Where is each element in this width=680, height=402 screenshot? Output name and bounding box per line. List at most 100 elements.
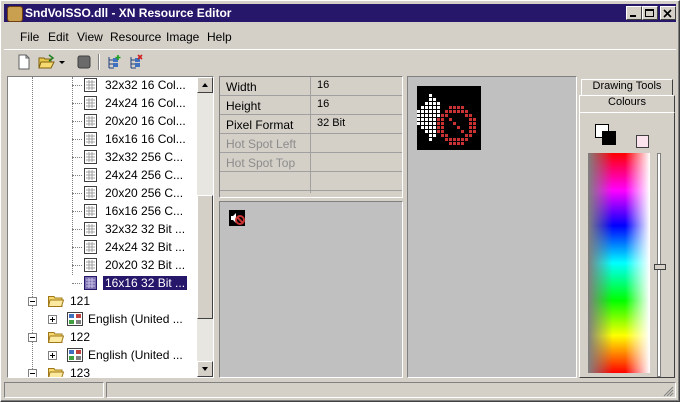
maximize-button[interactable] <box>642 6 658 20</box>
toolbar-separator <box>98 54 100 70</box>
resource-tree[interactable]: 32x32 16 Col... 24x24 16 Col... 20x20 16… <box>7 76 214 378</box>
tree-item-language[interactable]: English (United ... <box>8 346 201 364</box>
image-resource-icon <box>84 186 97 200</box>
tree-item-image[interactable]: 32x32 256 C... <box>8 148 201 166</box>
expand-toggle[interactable] <box>48 315 57 324</box>
image-editor-canvas[interactable] <box>407 76 577 378</box>
property-value[interactable]: 32 Bit <box>317 117 345 129</box>
scroll-up-button[interactable] <box>197 77 213 93</box>
property-row[interactable]: Height 16 <box>220 96 402 115</box>
tree-item-label: English (United ... <box>88 312 183 326</box>
tree-item-language[interactable]: English (United ... <box>8 310 201 328</box>
close-button[interactable] <box>660 6 676 20</box>
icon-pixel <box>461 138 464 141</box>
tab-colours[interactable]: Colours <box>579 95 675 113</box>
tree-scrollbar[interactable] <box>197 77 213 377</box>
tree-item-label: 16x16 32 Bit ... <box>103 276 188 290</box>
properties-grid[interactable]: Width 16 Height 16 Pixel Format 32 Bit H… <box>219 76 403 198</box>
icon-pixel <box>441 134 444 137</box>
tree-item-image[interactable]: 32x32 16 Col... <box>8 77 201 94</box>
tree-item-image[interactable]: 16x16 16 Col... <box>8 130 201 148</box>
minimize-button[interactable] <box>626 6 642 20</box>
tree-item-label: 32x32 256 C... <box>105 150 184 164</box>
tree-item-image[interactable]: 24x24 32 Bit ... <box>8 238 201 256</box>
menu-resource[interactable]: Resource <box>110 30 161 44</box>
icon-pixel <box>433 122 436 125</box>
tree-item-image[interactable]: 24x24 16 Col... <box>8 94 201 112</box>
icon-pixel <box>429 114 432 117</box>
tree-item-label: 20x20 16 Col... <box>105 114 186 128</box>
tree-item-image[interactable]: 32x32 32 Bit ... <box>8 220 201 238</box>
tree-item-image[interactable]: 24x24 256 C... <box>8 166 201 184</box>
image-resource-icon <box>84 78 97 92</box>
property-row[interactable]: Width 16 <box>220 77 402 96</box>
menu-image[interactable]: Image <box>166 30 199 44</box>
tab-label: Colours <box>608 96 646 108</box>
icon-pixel <box>437 130 440 133</box>
background-colour-swatch[interactable] <box>602 131 616 145</box>
icon-pixel <box>429 134 432 137</box>
tab-drawing-tools[interactable]: Drawing Tools <box>581 79 673 96</box>
new-button[interactable] <box>14 53 34 71</box>
collapse-toggle[interactable] <box>28 297 37 306</box>
add-resource-button[interactable] <box>104 53 124 71</box>
speaker-muted-icon <box>229 210 245 226</box>
icon-pixel <box>465 138 468 141</box>
tree-item-image[interactable]: 20x20 32 Bit ... <box>8 256 201 274</box>
colour-spectrum-picker[interactable] <box>588 153 650 373</box>
menu-edit[interactable]: Edit <box>48 30 69 44</box>
icon-pixel <box>417 114 420 117</box>
image-resource-icon <box>84 204 97 218</box>
open-dropdown-button[interactable] <box>56 53 68 71</box>
icon-pixel <box>429 102 432 105</box>
tab-label: Drawing Tools <box>592 80 662 92</box>
tree-item-image[interactable]: 20x20 16 Col... <box>8 112 201 130</box>
delete-resource-button[interactable] <box>126 53 146 71</box>
tree-item-label: 20x20 32 Bit ... <box>105 258 186 272</box>
brightness-slider-thumb[interactable] <box>654 264 666 270</box>
icon-pixel <box>461 130 464 133</box>
collapse-toggle[interactable] <box>28 369 37 377</box>
menu-help[interactable]: Help <box>207 30 232 44</box>
icon-pixel <box>461 110 464 113</box>
icon-pixel <box>429 130 432 133</box>
language-resource-icon <box>67 348 83 362</box>
tree-item-label: 24x24 32 Bit ... <box>105 240 186 254</box>
collapse-toggle[interactable] <box>28 333 37 342</box>
icon-pixel <box>457 106 460 109</box>
property-row[interactable]: Pixel Format 32 Bit <box>220 115 402 134</box>
image-resource-icon <box>84 132 97 146</box>
icon-pixel <box>469 114 472 117</box>
icon-pixel <box>425 122 428 125</box>
scroll-up-icon <box>202 83 208 87</box>
tree-item-image[interactable]: 16x16 256 C... <box>8 202 201 220</box>
tree-group[interactable]: 121 <box>8 292 201 310</box>
menu-view[interactable]: View <box>77 30 103 44</box>
open-button[interactable] <box>36 53 56 71</box>
zoomed-speaker-muted-icon[interactable] <box>417 86 481 150</box>
icon-pixel <box>429 122 432 125</box>
expand-toggle[interactable] <box>48 351 57 360</box>
tree-item-image-selected[interactable]: 16x16 32 Bit ... <box>8 274 201 292</box>
title-bar[interactable]: SndVolSSO.dll - XN Resource Editor <box>4 4 676 22</box>
menu-file[interactable]: File <box>20 30 39 44</box>
transparent-colour-swatch[interactable] <box>636 135 649 148</box>
property-row-empty <box>220 172 402 191</box>
icon-pixel <box>453 142 456 145</box>
property-value[interactable]: 16 <box>317 79 329 91</box>
icon-pixel <box>453 138 456 141</box>
icon-pixel <box>437 122 440 125</box>
scroll-thumb[interactable] <box>197 195 213 319</box>
tree-group[interactable]: 123 <box>8 364 201 377</box>
window-title: SndVolSSO.dll - XN Resource Editor <box>25 6 232 20</box>
icon-pixel <box>433 114 436 117</box>
property-value[interactable]: 16 <box>317 98 329 110</box>
icon-pixel <box>433 118 436 121</box>
tree-item-label: 24x24 16 Col... <box>105 96 186 110</box>
icon-pixel <box>433 106 436 109</box>
actual-size-preview <box>219 201 403 378</box>
tree-group[interactable]: 122 <box>8 328 201 346</box>
stop-button[interactable] <box>74 53 94 71</box>
tree-item-image[interactable]: 20x20 256 C... <box>8 184 201 202</box>
scroll-down-button[interactable] <box>197 361 213 377</box>
